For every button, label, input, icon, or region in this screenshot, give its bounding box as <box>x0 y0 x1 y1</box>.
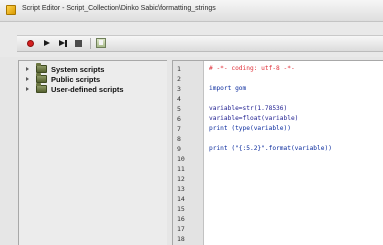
title-bar[interactable]: Script Editor - Script_Collection\Dinko … <box>0 0 383 22</box>
window-title: Script Editor - Script_Collection\Dinko … <box>22 5 216 12</box>
line-number: 11 <box>177 165 185 173</box>
line-number: 12 <box>177 175 185 183</box>
line-number: 5 <box>177 105 181 113</box>
folder-icon <box>36 63 47 73</box>
run-button[interactable] <box>42 39 51 48</box>
tree-item-label: User-defined scripts <box>51 85 124 94</box>
toolbar-strip <box>17 35 383 52</box>
folder-icon <box>36 83 47 93</box>
line-number: 14 <box>177 195 185 203</box>
code-line[interactable]: print ("{:5.2}".format(variable)) <box>209 144 332 154</box>
record-button[interactable] <box>26 39 35 48</box>
line-number: 17 <box>177 225 185 233</box>
line-number: 16 <box>177 215 185 223</box>
code-line[interactable]: print (type(variable)) <box>209 124 291 134</box>
code-line-import[interactable]: import gom <box>209 84 246 94</box>
code-line[interactable]: variable=str(1.78536) <box>209 104 287 114</box>
line-number: 7 <box>177 125 181 133</box>
line-number: 6 <box>177 115 181 123</box>
line-number: 8 <box>177 135 181 143</box>
script-editor-icon <box>6 5 16 15</box>
expand-arrow-icon[interactable] <box>26 87 29 91</box>
folder-icon <box>36 73 47 83</box>
tree-item-user-defined-scripts[interactable]: User-defined scripts <box>19 83 165 95</box>
line-number: 1 <box>177 65 181 73</box>
code-line[interactable]: variable=float(variable) <box>209 114 298 124</box>
toolbar <box>0 22 383 57</box>
line-number: 15 <box>177 205 185 213</box>
line-number-gutter: 1 2 3 4 5 6 7 8 9 10 11 12 13 14 15 16 1… <box>173 61 204 245</box>
script-tree-panel: System scripts Public scripts User-defin… <box>18 60 167 245</box>
line-number: 9 <box>177 145 181 153</box>
stop-button[interactable] <box>74 39 83 48</box>
script-options-button[interactable] <box>96 38 106 48</box>
expand-arrow-icon[interactable] <box>26 67 29 71</box>
line-number: 2 <box>177 75 181 83</box>
code-line-comment[interactable]: # -*- coding: utf-8 -*- <box>209 64 295 74</box>
code-text-area[interactable]: # -*- coding: utf-8 -*- import gom varia… <box>204 61 383 245</box>
expand-arrow-icon[interactable] <box>26 77 29 81</box>
line-number: 13 <box>177 185 185 193</box>
line-number: 3 <box>177 85 181 93</box>
code-editor[interactable]: 1 2 3 4 5 6 7 8 9 10 11 12 13 14 15 16 1… <box>172 60 383 245</box>
line-number: 4 <box>177 95 181 103</box>
line-number: 18 <box>177 235 185 243</box>
run-step-button[interactable] <box>58 39 67 48</box>
script-editor-window: Script Editor - Script_Collection\Dinko … <box>0 0 383 245</box>
line-number: 10 <box>177 155 185 163</box>
toolbar-separator <box>90 38 91 49</box>
